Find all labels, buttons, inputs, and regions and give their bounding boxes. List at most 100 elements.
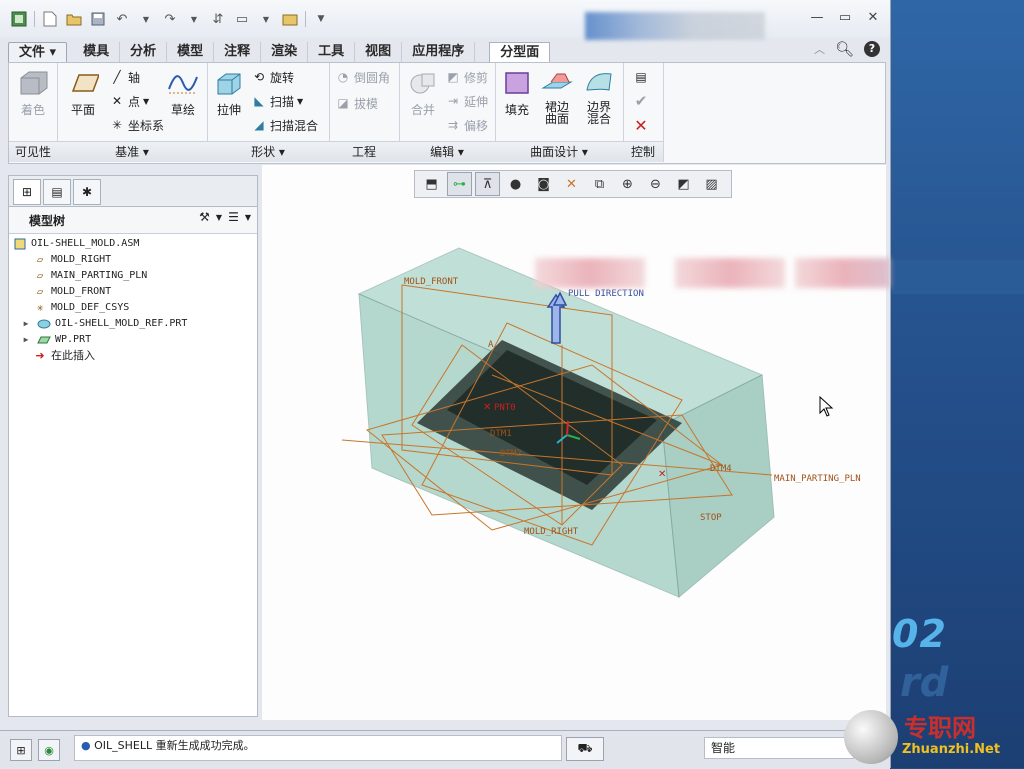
maximize-icon[interactable]: ▭	[838, 10, 852, 25]
group-label-datum[interactable]: 基准 ▾	[57, 141, 208, 162]
model-tree-header: 模型树 ⚒ ▼ ☰ ▼	[9, 207, 257, 234]
fill-button[interactable]: 填充	[495, 69, 539, 118]
datum-axis-display-icon[interactable]: ⊼	[475, 172, 500, 196]
save-icon[interactable]	[89, 10, 107, 28]
show-browser-icon[interactable]: ◉	[38, 739, 60, 761]
tab-mold[interactable]: 模具	[73, 42, 121, 62]
tree-item-ref-part[interactable]: ▶ OIL-SHELL_MOLD_REF.PRT	[19, 316, 188, 332]
tree-columns-icon[interactable]: ☰	[228, 210, 239, 224]
search-icon[interactable]: 🔍︎	[835, 40, 854, 58]
redo-dropdown-icon[interactable]: ▼	[185, 10, 203, 28]
tab-annotate[interactable]: 注释	[214, 42, 262, 62]
ok-button[interactable]: ✔	[633, 91, 649, 111]
show-navigator-icon[interactable]: ⊞	[10, 739, 32, 761]
plane-button[interactable]: 平面	[61, 69, 105, 118]
selection-filter[interactable]: 智能	[704, 737, 854, 759]
shade-button[interactable]: 着色	[11, 69, 55, 118]
tree-item-mold-def-csys[interactable]: ✳ MOLD_DEF_CSYS	[33, 300, 130, 316]
window-icon[interactable]: ▭	[233, 10, 251, 28]
offset-icon: ⇉	[447, 118, 459, 132]
tree-settings-dropdown-icon[interactable]: ▼	[216, 213, 222, 222]
display-style-icon[interactable]: ▨	[699, 172, 724, 196]
screenshot-icon[interactable]: ◙	[531, 172, 556, 196]
revolve-button[interactable]: ⟲ 旋转	[251, 67, 294, 87]
csys-button[interactable]: ✳ 坐标系	[109, 115, 164, 135]
close-icon[interactable]: ✕	[866, 10, 880, 25]
extrude-button[interactable]: 拉伸	[207, 69, 251, 118]
tab-render[interactable]: 渲染	[261, 42, 309, 62]
round-button[interactable]: ◔ 倒圆角	[335, 67, 390, 87]
repaint-icon[interactable]: ◩	[671, 172, 696, 196]
tab-tools[interactable]: 工具	[308, 42, 356, 62]
spin-center-icon[interactable]: ✕	[559, 172, 584, 196]
tree-item-assembly[interactable]: OIL-SHELL_MOLD.ASM	[13, 236, 139, 252]
watermark-cn: 专职网	[904, 713, 976, 742]
tree-item-mold-right[interactable]: ▱ MOLD_RIGHT	[33, 252, 112, 268]
tree-item-workpiece[interactable]: ▶ WP.PRT	[19, 332, 92, 348]
undo-dropdown-icon[interactable]: ▼	[137, 10, 155, 28]
cancel-button[interactable]: ✕	[633, 115, 649, 135]
tab-analysis[interactable]: 分析	[120, 42, 168, 62]
group-label-editing[interactable]: 编辑 ▾	[399, 141, 496, 162]
graphics-window[interactable]: ✕ ✕ MOLD_FRONT PULL DIRECTION MAIN_PARTI…	[262, 165, 886, 720]
group-engineering: ◔ 倒圆角 ◪ 拔模	[329, 63, 400, 141]
refit-icon[interactable]: ⧉	[587, 172, 612, 196]
collapse-ribbon-icon[interactable]: ︿	[814, 41, 825, 57]
label-mold-front: MOLD_FRONT	[404, 277, 459, 287]
group-label-surface-design[interactable]: 曲面设计 ▾	[495, 141, 624, 162]
axis-button[interactable]: ╱ 轴	[109, 67, 140, 87]
group-editing: 合并 ◩ 修剪 ⇥ 延伸 ⇉ 偏移	[399, 63, 496, 141]
tab-file[interactable]: 文件 ▾	[8, 42, 68, 64]
close-window-icon[interactable]	[281, 10, 299, 28]
appearance-icon[interactable]: ●	[503, 172, 528, 196]
tab-model[interactable]: 模型	[167, 42, 215, 62]
extend-button[interactable]: ⇥ 延伸	[445, 91, 488, 111]
tree-item-mold-front[interactable]: ▱ MOLD_FRONT	[33, 284, 112, 300]
tab-view[interactable]: 视图	[355, 42, 403, 62]
point-button[interactable]: ✕ 点 ▼	[109, 91, 149, 111]
zoom-out-icon[interactable]: ⊖	[643, 172, 668, 196]
saved-views-icon[interactable]: ⬒	[419, 172, 444, 196]
tree-columns-dropdown-icon[interactable]: ▼	[245, 213, 251, 222]
sketch-button[interactable]: 草绘	[161, 69, 205, 118]
trim-icon: ◩	[447, 70, 459, 84]
open-icon[interactable]	[65, 10, 83, 28]
datum-display-icon[interactable]: ⊶	[447, 172, 472, 196]
cancel-x-icon: ✕	[634, 115, 648, 135]
redo-icon[interactable]: ↷	[161, 10, 179, 28]
swept-blend-button[interactable]: ◢ 扫描混合	[251, 115, 318, 135]
new-icon[interactable]	[41, 10, 59, 28]
window-dropdown-icon[interactable]: ▼	[257, 10, 275, 28]
tree-item-main-parting-pln[interactable]: ▱ MAIN_PARTING_PLN	[33, 268, 148, 284]
zoom-in-icon[interactable]: ⊕	[615, 172, 640, 196]
merge-button[interactable]: 合并	[401, 69, 445, 118]
mold-model-view[interactable]: ✕ ✕ MOLD_FRONT PULL DIRECTION MAIN_PARTI…	[262, 165, 886, 720]
preview-icon: ▤	[635, 70, 647, 84]
trim-button[interactable]: ◩ 修剪	[445, 67, 488, 87]
axis-icon: ╱	[113, 70, 121, 84]
folder-browser-tab-icon[interactable]: ▤	[43, 179, 71, 205]
tree-settings-icon[interactable]: ⚒	[199, 210, 210, 224]
find-button[interactable]: ⛟	[566, 737, 604, 761]
expand-arrow-icon[interactable]: ▶	[19, 334, 33, 346]
favorites-tab-icon[interactable]: ✱	[73, 179, 101, 205]
expand-arrow-icon[interactable]: ▶	[19, 318, 33, 330]
svg-text:✕: ✕	[483, 402, 491, 413]
help-icon[interactable]: ?	[864, 41, 880, 57]
preview-button[interactable]: ▤	[633, 67, 649, 87]
minimize-icon[interactable]: —	[810, 10, 824, 25]
boundary-blend-button[interactable]: 边界 混合	[577, 69, 621, 125]
tab-applications[interactable]: 应用程序	[402, 42, 476, 62]
customize-icon[interactable]: ▼	[312, 10, 330, 28]
svg-text:✕: ✕	[658, 469, 666, 480]
skirt-surface-button[interactable]: 裙边 曲面	[535, 69, 579, 125]
undo-icon[interactable]: ↶	[113, 10, 131, 28]
group-label-shapes[interactable]: 形状 ▾	[207, 141, 330, 162]
regenerate-icon[interactable]: ⇵	[209, 10, 227, 28]
sweep-button[interactable]: ◣ 扫描 ▼	[251, 91, 303, 111]
tree-item-insert-here[interactable]: ➜ 在此插入	[33, 348, 95, 364]
draft-button[interactable]: ◪ 拔模	[335, 93, 378, 113]
offset-button[interactable]: ⇉ 偏移	[445, 115, 488, 135]
model-tree-tab-icon[interactable]: ⊞	[13, 179, 41, 205]
tab-parting-surface[interactable]: 分型面	[489, 42, 551, 63]
